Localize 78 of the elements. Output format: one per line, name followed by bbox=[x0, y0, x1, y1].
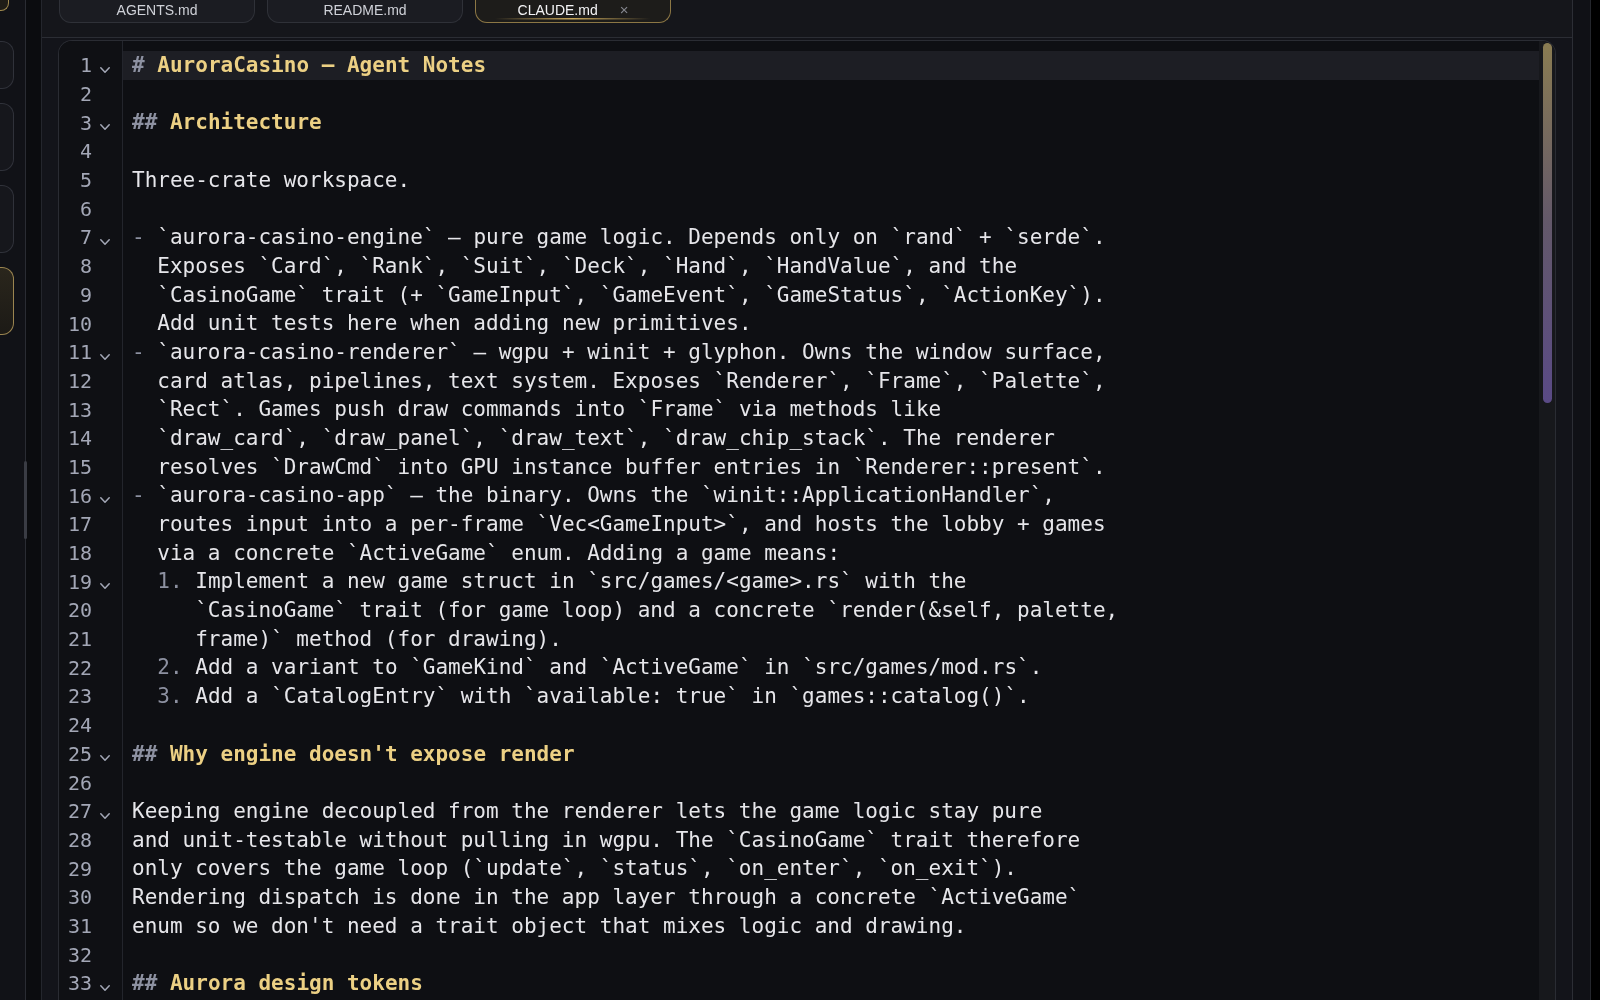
scrollbar-track[interactable] bbox=[1539, 41, 1555, 1000]
line-number: 17 bbox=[67, 512, 92, 537]
fold-chevron-icon[interactable] bbox=[100, 353, 110, 360]
fold-chevron-icon[interactable] bbox=[100, 124, 110, 131]
heading-line: ## Why engine doesn't expose render bbox=[132, 741, 575, 766]
line-number: 4 bbox=[79, 139, 92, 164]
fold-chevron-icon[interactable] bbox=[100, 497, 110, 504]
line-number: 16 bbox=[67, 483, 92, 508]
line-number: 31 bbox=[67, 913, 92, 938]
scrollbar-thumb[interactable] bbox=[24, 461, 27, 539]
fold-chevron-icon[interactable] bbox=[100, 66, 110, 73]
line-number: 3 bbox=[79, 110, 92, 135]
fold-chevron-icon[interactable] bbox=[100, 238, 110, 245]
code-line: `Rect`. Games push draw commands into `Frame` via methods like bbox=[157, 397, 942, 422]
fold-chevron-icon[interactable] bbox=[100, 583, 110, 590]
line-number: 19 bbox=[67, 569, 92, 594]
code-line: frame)` method (for drawing). bbox=[195, 626, 562, 651]
line-number: 2 bbox=[79, 82, 92, 107]
list-item-line: 2. Add a variant to `GameKind` and `ActiveGame` in `src/games/mod.rs`. bbox=[157, 655, 1043, 680]
line-number: 1 bbox=[79, 53, 92, 78]
fold-chevron-icon[interactable] bbox=[100, 755, 110, 762]
list-item-line: - `aurora-casino-app` — the binary. Owns the `winit::ApplicationHandler`, bbox=[132, 483, 1055, 508]
line-number: 20 bbox=[67, 598, 92, 623]
line-number: 23 bbox=[67, 684, 92, 709]
line-number: 12 bbox=[67, 368, 92, 393]
code-line: routes input into a per-frame `Vec<GameInput>`, and hosts the lobby + games bbox=[157, 512, 1106, 536]
heading-line: ## Architecture bbox=[132, 110, 322, 135]
code-line: card atlas, pipelines, text system. Exposes `Renderer`, `Frame`, `Palette`, bbox=[157, 368, 1106, 393]
list-item-line: - `aurora-casino-engine` — pure game logic. Depends only on `rand` + `serde`. bbox=[132, 225, 1106, 250]
code-line: `CasinoGame` trait (for game loop) and a concrete `render(&self, palette, bbox=[195, 598, 1119, 623]
list-item-line: 3. Add a `CatalogEntry` with `available: true` in `games::catalog()`. bbox=[157, 684, 1030, 709]
code-line: only covers the game loop (`update`, `status`, `on_enter`, `on_exit`). bbox=[132, 856, 1017, 881]
tab[interactable]: AGENTS.md bbox=[59, 0, 255, 23]
line-number: 13 bbox=[67, 397, 92, 422]
tab[interactable]: README.md bbox=[267, 0, 463, 23]
tab[interactable]: CLAUDE.md × bbox=[475, 0, 671, 23]
sidebar-tile bbox=[0, 0, 9, 11]
line-number: 9 bbox=[79, 282, 92, 307]
line-number: 28 bbox=[67, 827, 92, 852]
heading-line: # AuroraCasino — Agent Notes bbox=[132, 53, 487, 77]
line-number: 27 bbox=[67, 799, 92, 824]
line-number: 7 bbox=[79, 225, 92, 250]
list-item-line: 1. Implement a new game struct in `src/games/<game>.rs` with the bbox=[157, 569, 967, 594]
line-number: 29 bbox=[67, 856, 92, 881]
code-line: Rendering dispatch is done in the app layer through a concrete `ActiveGame` bbox=[132, 884, 1081, 909]
line-number: 26 bbox=[67, 770, 92, 795]
line-number: 5 bbox=[79, 168, 92, 193]
scrollbar-thumb[interactable] bbox=[1543, 43, 1552, 403]
code-line: via a concrete `ActiveGame` enum. Adding a game means: bbox=[157, 540, 841, 565]
line-number: 21 bbox=[67, 627, 92, 652]
sidebar-button[interactable] bbox=[0, 267, 14, 335]
line-number: 22 bbox=[67, 655, 92, 680]
line-number: 6 bbox=[79, 196, 92, 221]
list-item-line: - `aurora-casino-renderer` — wgpu + winit + glyphon. Owns the window surface, bbox=[132, 339, 1106, 364]
line-number: 24 bbox=[67, 713, 92, 738]
code-line: enum so we don't need a trait object that mixes logic and drawing. bbox=[132, 913, 967, 938]
line-number: 14 bbox=[67, 426, 92, 451]
code-line: Keeping engine decoupled from the renderer lets the game logic stay pure bbox=[132, 798, 1043, 823]
close-button[interactable]: × bbox=[619, 1, 629, 18]
fold-chevron-icon[interactable] bbox=[100, 812, 110, 819]
line-number: 25 bbox=[67, 741, 92, 766]
code-line: Add unit tests here when adding new primitives. bbox=[157, 311, 752, 336]
line-number: 8 bbox=[79, 254, 92, 279]
line-number: 15 bbox=[67, 454, 92, 479]
code-line: Three-crate workspace. bbox=[132, 167, 411, 192]
line-number: 11 bbox=[67, 340, 92, 365]
code-line: resolves `DrawCmd` into GPU instance buffer entries in `Renderer::present`. bbox=[157, 454, 1106, 479]
heading-line: ## Aurora design tokens bbox=[132, 971, 423, 995]
line-number: 10 bbox=[67, 311, 92, 336]
code-line: `draw_card`, `draw_panel`, `draw_text`, `draw_chip_stack`. The renderer bbox=[157, 425, 1055, 450]
line-number: 33 bbox=[67, 971, 92, 996]
line-number: 32 bbox=[67, 942, 92, 967]
code-line: `CasinoGame` trait (+ `GameInput`, `GameEvent`, `GameStatus`, `ActionKey`). bbox=[157, 282, 1106, 307]
fold-chevron-icon[interactable] bbox=[100, 984, 110, 991]
line-number: 30 bbox=[67, 885, 92, 910]
line-number: 18 bbox=[67, 541, 92, 566]
code-line: Exposes `Card`, `Rank`, `Suit`, `Deck`, `Hand`, `HandValue`, and the bbox=[157, 253, 1018, 278]
code-line: and unit-testable without pulling in wgpu. The `CasinoGame` trait therefore bbox=[132, 827, 1081, 852]
